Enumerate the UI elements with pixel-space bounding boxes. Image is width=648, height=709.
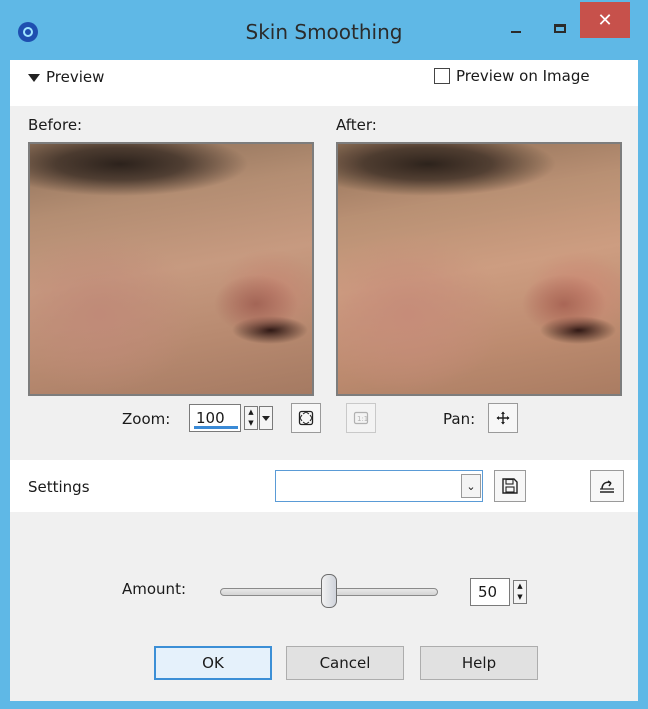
amount-label: Amount:: [122, 580, 186, 598]
spin-up-icon: ▲: [248, 408, 254, 416]
close-icon: ✕: [597, 9, 613, 31]
settings-preset-dropdown[interactable]: ⌄: [275, 470, 483, 502]
spin-down-icon: ▼: [248, 419, 254, 427]
after-label: After:: [336, 116, 377, 134]
dialog-window: Skin Smoothing ✕ Preview Preview on Imag…: [0, 0, 648, 709]
after-skin-photo: [338, 144, 620, 394]
reset-icon: [600, 480, 614, 493]
minimize-icon: [511, 31, 521, 33]
chevron-down-icon: [262, 415, 270, 421]
minimize-button[interactable]: [496, 10, 536, 46]
amount-panel: Amount: 50 ▲ ▼ OK Cancel Help: [10, 512, 638, 701]
before-preview-image[interactable]: [28, 142, 314, 396]
cancel-button[interactable]: Cancel: [286, 646, 404, 680]
preview-label: Preview: [46, 68, 105, 86]
maximize-button[interactable]: [540, 10, 580, 46]
spin-up-icon: ▲: [517, 582, 523, 590]
settings-dropdown-arrow[interactable]: ⌄: [461, 474, 481, 498]
after-preview-image[interactable]: [336, 142, 622, 396]
maximize-icon: [554, 23, 566, 33]
zoom-value: 100: [196, 409, 225, 427]
pan-button[interactable]: [488, 403, 518, 433]
amount-spinner[interactable]: ▲ ▼: [513, 580, 527, 604]
title-bar[interactable]: Skin Smoothing ✕: [0, 0, 648, 60]
actual-size-icon: 1:1: [353, 411, 368, 425]
zoom-input[interactable]: 100: [189, 404, 241, 432]
zoom-spinner[interactable]: ▲ ▼: [244, 406, 258, 430]
fit-to-window-icon: [298, 410, 314, 426]
amount-value: 50: [478, 583, 498, 601]
preview-on-image-checkbox[interactable]: [434, 68, 450, 84]
before-skin-photo: [30, 144, 312, 394]
settings-label: Settings: [28, 478, 90, 496]
spin-down-icon: ▼: [517, 593, 523, 601]
preview-panel: Before: After: Zoom: 100 ▲ ▼ 1:1 Pan:: [10, 106, 638, 511]
help-button[interactable]: Help: [420, 646, 538, 680]
preview-toggle[interactable]: Preview: [28, 68, 104, 86]
pan-label: Pan:: [443, 410, 476, 428]
close-button[interactable]: ✕: [580, 2, 630, 38]
dialog-client-area: Preview Preview on Image Before: After: …: [10, 60, 638, 701]
zoom-fit-button[interactable]: [291, 403, 321, 433]
floppy-disk-icon: [502, 478, 518, 494]
amount-slider-thumb[interactable]: [321, 574, 337, 608]
preview-on-image-label: Preview on Image: [456, 67, 590, 85]
settings-bar: Settings ⌄: [10, 460, 638, 512]
zoom-label: Zoom:: [122, 410, 171, 428]
ok-button[interactable]: OK: [154, 646, 272, 680]
amount-input[interactable]: 50: [470, 578, 510, 606]
reset-button[interactable]: [590, 470, 624, 502]
chevron-down-icon: ⌄: [466, 479, 476, 493]
svg-text:1:1: 1:1: [357, 415, 368, 423]
zoom-actual-size-button[interactable]: 1:1: [346, 403, 376, 433]
move-cross-icon: [496, 411, 510, 425]
save-preset-button[interactable]: [494, 470, 526, 502]
preview-on-image-option[interactable]: Preview on Image: [434, 67, 590, 85]
zoom-dropdown-button[interactable]: [259, 406, 273, 430]
triangle-down-icon: [28, 73, 40, 82]
before-label: Before:: [28, 116, 83, 134]
preview-section-header: Preview Preview on Image: [10, 60, 638, 96]
